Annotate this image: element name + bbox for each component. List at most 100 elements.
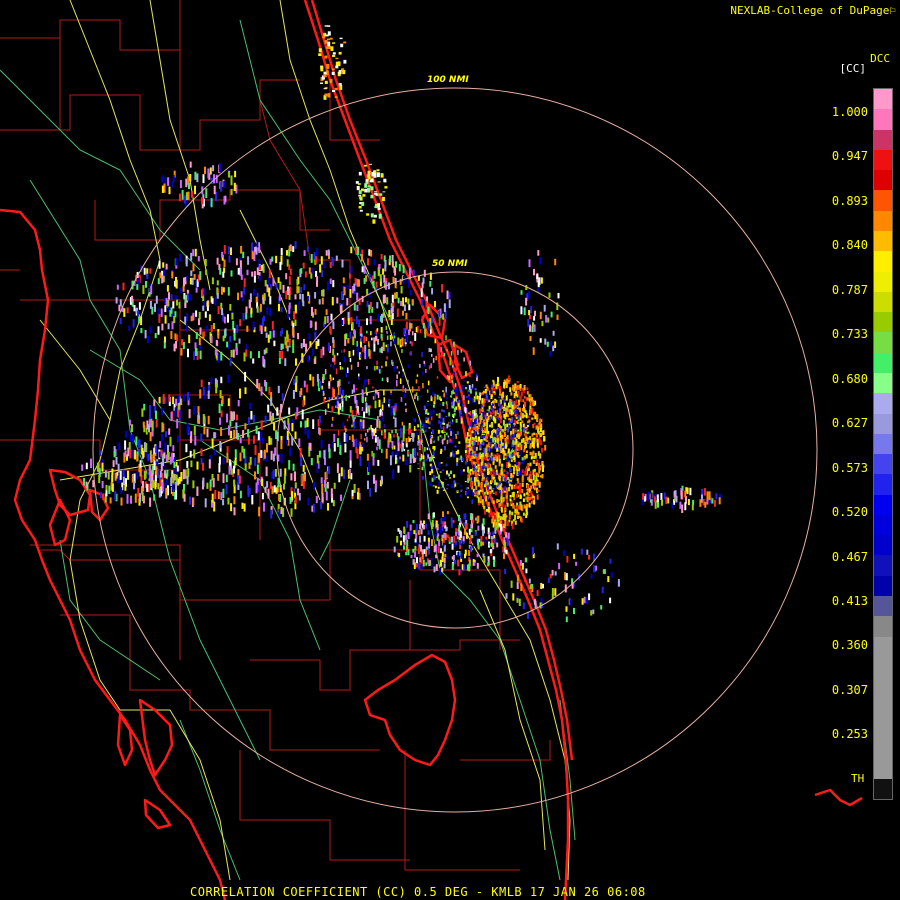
echo-cell xyxy=(341,259,344,268)
echo-cell xyxy=(504,486,507,491)
echo-cell xyxy=(371,337,373,341)
echo-cell xyxy=(343,286,346,296)
echo-cell xyxy=(505,593,508,599)
echo-cell xyxy=(265,382,268,392)
echo-cell xyxy=(525,450,528,454)
echo-cell xyxy=(196,173,199,183)
echo-cell xyxy=(202,305,205,311)
echo-cell xyxy=(288,305,291,314)
echo-cell xyxy=(429,463,432,467)
echo-cell xyxy=(656,494,659,503)
echo-cell xyxy=(440,430,443,433)
echo-cell xyxy=(182,393,185,402)
echo-cell xyxy=(494,410,497,417)
echo-cell xyxy=(463,357,465,362)
echo-cell xyxy=(265,332,268,338)
echo-cell xyxy=(446,456,449,459)
echo-cell xyxy=(356,185,360,191)
echo-cell xyxy=(522,387,525,391)
echo-cell xyxy=(367,341,370,347)
echo-cell xyxy=(102,493,105,501)
echo-cell xyxy=(446,290,449,300)
echo-cell xyxy=(154,333,157,339)
echo-cell xyxy=(366,330,368,334)
echo-cell xyxy=(260,386,263,396)
echo-cell xyxy=(519,495,522,499)
echo-cell xyxy=(482,518,485,526)
credit-label: NEXLAB-College of DuPage⚐ xyxy=(730,4,896,17)
echo-cell xyxy=(386,343,389,353)
echo-cell xyxy=(467,396,470,400)
echo-cell xyxy=(536,472,539,476)
echo-cell xyxy=(139,466,142,477)
echo-cell xyxy=(503,469,506,472)
echo-cell xyxy=(494,472,497,476)
echo-cell xyxy=(554,571,557,576)
echo-cell xyxy=(324,80,328,84)
echo-cell xyxy=(449,477,451,479)
echo-cell xyxy=(233,465,235,474)
echo-cell xyxy=(514,430,516,433)
echo-cell xyxy=(588,593,591,601)
echo-cell xyxy=(143,470,146,480)
echo-cell xyxy=(123,308,126,317)
echo-cell xyxy=(270,509,273,519)
echo-cell xyxy=(176,418,179,429)
echo-cell xyxy=(439,568,441,575)
echo-cell xyxy=(411,299,414,305)
echo-cell xyxy=(340,43,344,48)
echo-cell xyxy=(318,428,321,436)
color-swatch xyxy=(874,677,892,698)
echo-cell xyxy=(465,387,468,390)
echo-cell xyxy=(402,368,404,372)
echo-cell xyxy=(539,256,542,265)
echo-cell xyxy=(184,302,187,308)
echo-cell xyxy=(189,174,192,182)
echo-cell xyxy=(448,375,450,381)
echo-cell xyxy=(566,556,569,563)
echo-cell xyxy=(501,476,504,478)
echo-cell xyxy=(331,416,334,421)
echo-cell xyxy=(377,207,381,211)
link-icon[interactable]: ⚐ xyxy=(889,4,896,17)
echo-cell xyxy=(149,431,152,442)
echo-cell xyxy=(473,424,476,428)
echo-cell xyxy=(376,390,378,395)
echo-cell xyxy=(494,538,497,545)
echo-cell xyxy=(492,488,495,490)
echo-cell xyxy=(189,496,192,505)
echo-cell xyxy=(129,433,132,442)
echo-cell xyxy=(220,182,223,192)
echo-cell xyxy=(420,387,423,390)
echo-cell xyxy=(335,61,339,66)
echo-cell xyxy=(420,556,423,564)
echo-cell xyxy=(331,423,333,427)
echo-cell xyxy=(226,452,229,463)
echo-cell xyxy=(420,288,423,298)
echo-cell xyxy=(519,407,522,413)
echo-cell xyxy=(433,545,436,553)
echo-cell xyxy=(586,549,589,555)
echo-cell xyxy=(228,255,231,263)
echo-cell xyxy=(381,365,383,369)
echo-cell xyxy=(304,426,307,435)
echo-cell xyxy=(473,448,476,452)
echo-cell xyxy=(361,266,364,273)
echo-cell xyxy=(109,497,112,504)
echo-cell xyxy=(180,472,183,482)
echo-cell xyxy=(483,427,486,432)
echo-cell xyxy=(351,322,354,329)
echo-cell xyxy=(366,453,369,461)
echo-cell xyxy=(288,264,291,271)
echo-cell xyxy=(161,481,164,492)
echo-cell xyxy=(483,438,486,441)
echo-cell xyxy=(116,284,119,290)
echo-cell xyxy=(211,493,214,503)
echo-cell xyxy=(465,487,468,490)
color-scale-tick: 0.360 xyxy=(831,638,868,653)
echo-cell xyxy=(501,503,504,508)
echo-cell xyxy=(315,256,318,264)
echo-cell xyxy=(283,473,286,484)
echo-cell xyxy=(319,264,322,273)
echo-cell xyxy=(544,338,547,345)
